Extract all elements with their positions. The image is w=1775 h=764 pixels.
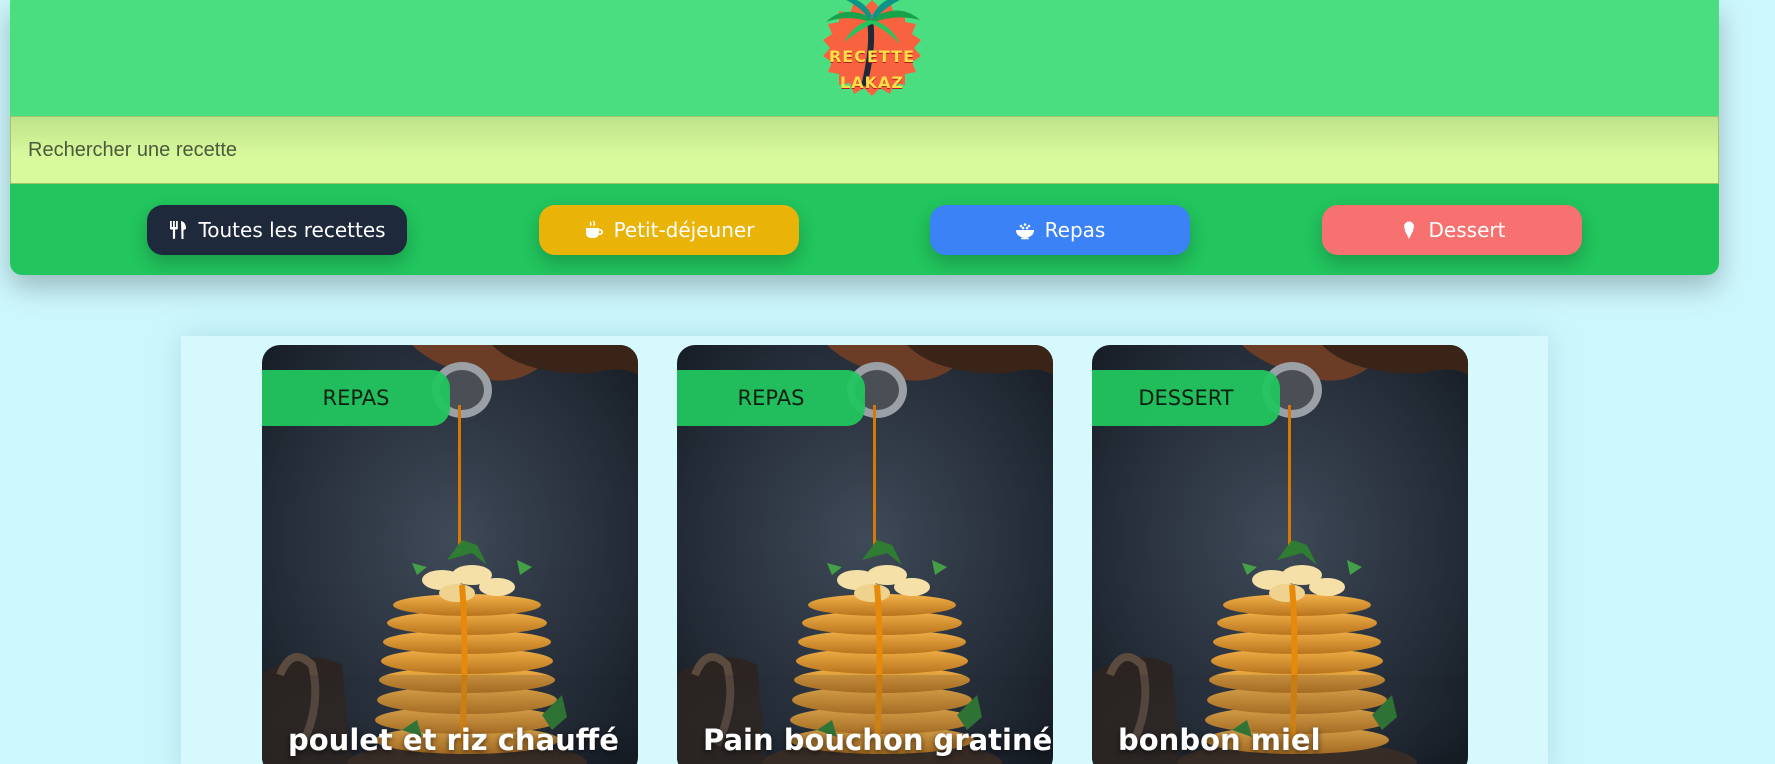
- logo-line-2: LAKAZ: [840, 73, 904, 92]
- coffee-icon: [585, 220, 603, 238]
- logo-line-1: RECETTE: [828, 47, 916, 66]
- ice-cream-icon: [1403, 221, 1414, 239]
- recipe-category-tag: REPAS: [677, 370, 865, 426]
- recipe-title: poulet et riz chauffé: [288, 723, 619, 757]
- recipe-card[interactable]: DESSERT bonbon miel: [1092, 345, 1468, 764]
- category-breakfast-label: Petit-déjeuner: [613, 218, 755, 242]
- recipe-card[interactable]: REPAS poulet et riz chauffé: [262, 345, 638, 764]
- logo-text: RECETTE LAKAZ: [804, 0, 940, 110]
- top-bar: RECETTE LAKAZ: [10, 0, 1719, 116]
- utensils-icon: [170, 221, 187, 239]
- category-dessert-label: Dessert: [1428, 218, 1506, 242]
- site-header: RECETTE LAKAZ Toutes les recettes Petit-…: [10, 0, 1719, 275]
- category-meal-button[interactable]: Repas: [930, 205, 1190, 255]
- bowl-icon: [1015, 223, 1034, 240]
- recipe-card[interactable]: REPAS Pain bouchon gratiné: [677, 345, 1053, 764]
- recipe-category-tag: REPAS: [262, 370, 450, 426]
- recipe-title: Pain bouchon gratiné: [703, 723, 1053, 757]
- recipe-title: bonbon miel: [1118, 723, 1321, 757]
- recipe-category-tag: DESSERT: [1092, 370, 1280, 426]
- category-all-label: Toutes les recettes: [198, 218, 386, 242]
- site-logo[interactable]: RECETTE LAKAZ: [804, 0, 940, 110]
- category-dessert-button[interactable]: Dessert: [1322, 205, 1582, 255]
- search-input[interactable]: [10, 116, 1719, 184]
- category-all-button[interactable]: Toutes les recettes: [147, 205, 407, 255]
- category-breakfast-button[interactable]: Petit-déjeuner: [539, 205, 799, 255]
- category-bar: Toutes les recettes Petit-déjeuner Repas: [10, 184, 1719, 275]
- category-meal-label: Repas: [1044, 218, 1106, 242]
